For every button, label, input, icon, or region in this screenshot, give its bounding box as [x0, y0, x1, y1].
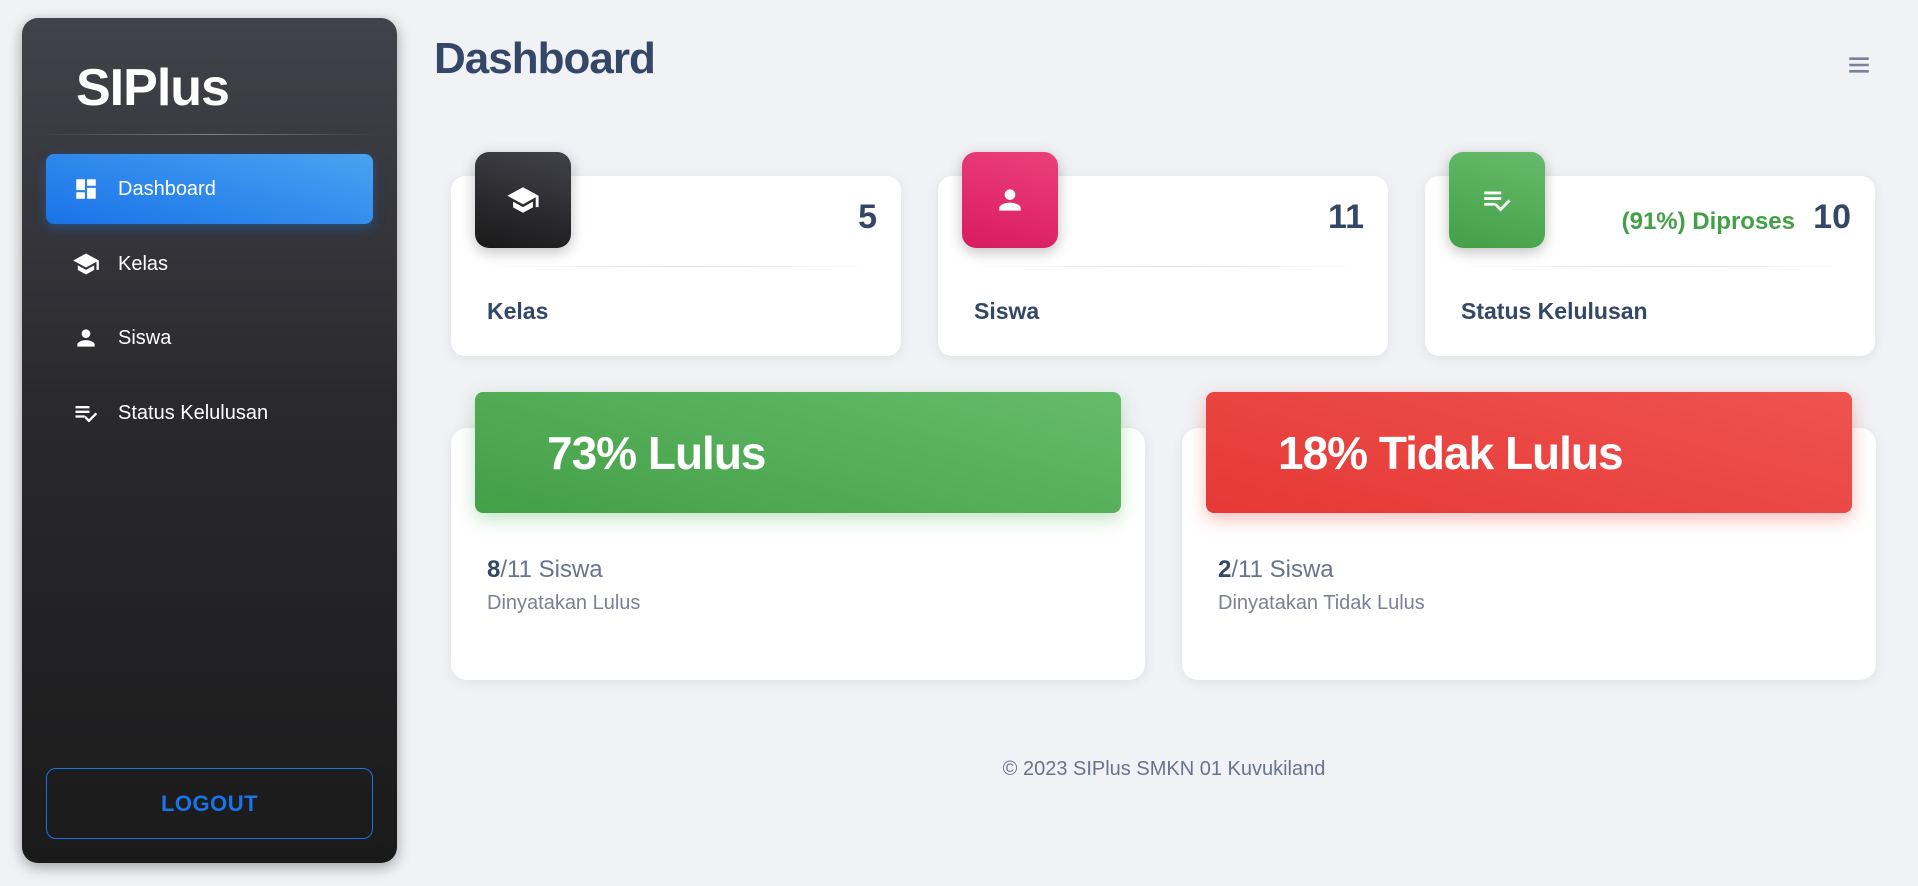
stat-card-siswa: 11 Siswa: [938, 152, 1388, 356]
card-divider: [487, 266, 881, 267]
sidebar-item-siswa[interactable]: Siswa: [46, 303, 373, 373]
stat-label: Siswa: [974, 298, 1040, 324]
sidebar-item-label: Siswa: [118, 326, 172, 349]
sidebar: SIPlus Dashboard Kelas Siswa Status Kelu…: [22, 18, 397, 863]
result-subtitle: Dinyatakan Tidak Lulus: [1218, 592, 1425, 614]
sidebar-item-label: Dashboard: [118, 177, 216, 200]
result-count-number: 2: [1218, 556, 1232, 583]
card-divider: [1461, 266, 1855, 267]
result-banner: 73% Lulus: [475, 392, 1121, 513]
stat-card-status-kelulusan: (91%) Diproses 10 Status Kelulusan: [1425, 152, 1875, 356]
person-icon: [72, 324, 100, 352]
sidebar-item-kelas[interactable]: Kelas: [46, 229, 373, 299]
page-title: Dashboard: [434, 34, 656, 83]
menu-icon[interactable]: [1846, 52, 1872, 78]
sidebar-divider: [38, 134, 381, 135]
person-icon: [962, 152, 1058, 248]
school-icon: [475, 152, 571, 248]
processed-percentage: (91%) Diproses: [1621, 208, 1795, 235]
sidebar-item-label: Status Kelulusan: [118, 401, 269, 424]
result-count: 8/11 Siswa: [487, 556, 603, 584]
checklist-icon: [1449, 152, 1545, 248]
result-count-number: 8: [487, 556, 501, 583]
stat-value: 5: [858, 198, 877, 236]
checklist-icon: [72, 399, 100, 427]
sidebar-item-status-kelulusan[interactable]: Status Kelulusan: [46, 378, 373, 448]
dashboard-icon: [72, 175, 100, 203]
school-icon: [72, 250, 100, 278]
result-count: 2/11 Siswa: [1218, 556, 1334, 584]
stat-value: 10: [1813, 198, 1851, 236]
stat-label: Status Kelulusan: [1461, 298, 1648, 324]
stat-label: Kelas: [487, 298, 549, 324]
stat-card-kelas: 5 Kelas: [451, 152, 901, 356]
result-card-lulus: 73% Lulus 8/11 Siswa Dinyatakan Lulus: [451, 392, 1145, 680]
stat-value: 11: [1328, 198, 1364, 236]
sidebar-item-dashboard[interactable]: Dashboard: [46, 154, 373, 224]
footer-copyright: © 2023 SIPlus SMKN 01 Kuvukiland: [1002, 758, 1326, 780]
result-subtitle: Dinyatakan Lulus: [487, 592, 641, 614]
result-count-total: /11 Siswa: [500, 556, 603, 583]
result-card-tidak-lulus: 18% Tidak Lulus 2/11 Siswa Dinyatakan Ti…: [1182, 392, 1876, 680]
result-count-total: /11 Siswa: [1231, 556, 1334, 583]
brand-logo[interactable]: SIPlus: [76, 58, 230, 118]
card-divider: [974, 266, 1368, 267]
result-banner: 18% Tidak Lulus: [1206, 392, 1852, 513]
sidebar-item-label: Kelas: [118, 252, 169, 275]
